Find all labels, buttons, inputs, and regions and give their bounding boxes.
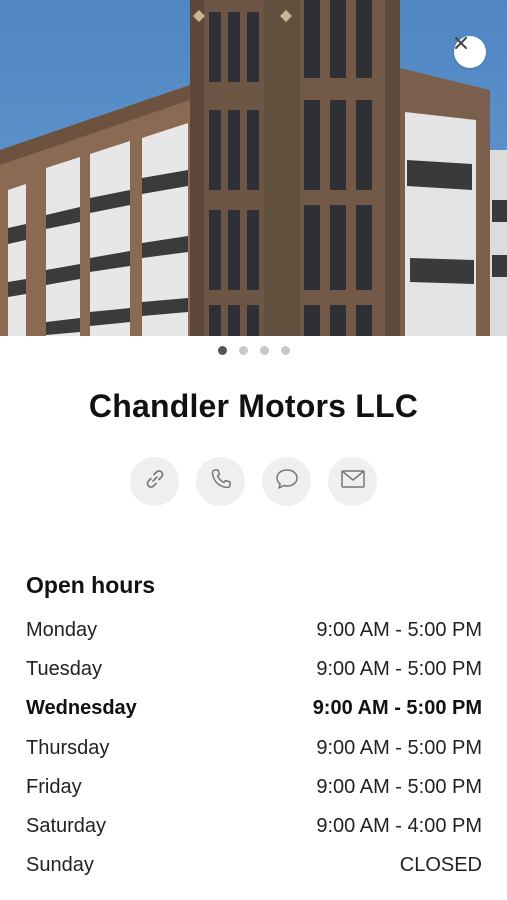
time-label: 9:00 AM - 5:00 PM bbox=[316, 658, 482, 681]
hours-row-wednesday: Wednesday 9:00 AM - 5:00 PM bbox=[26, 689, 482, 728]
mail-icon bbox=[340, 469, 366, 494]
time-label: 9:00 AM - 5:00 PM bbox=[316, 736, 482, 759]
day-label: Friday bbox=[26, 775, 82, 798]
website-button[interactable] bbox=[130, 457, 179, 506]
gallery-dot-2[interactable] bbox=[238, 346, 248, 355]
day-label: Thursday bbox=[26, 736, 110, 759]
email-button[interactable] bbox=[328, 457, 377, 506]
day-label: Wednesday bbox=[26, 697, 137, 720]
time-label: 9:00 AM - 5:00 PM bbox=[312, 697, 482, 720]
close-button[interactable] bbox=[454, 36, 486, 68]
business-photo[interactable] bbox=[0, 0, 507, 336]
business-name: Chandler Motors LLC bbox=[88, 388, 419, 424]
day-label: Saturday bbox=[26, 815, 107, 838]
day-label: Monday bbox=[26, 619, 98, 642]
message-icon bbox=[274, 467, 300, 496]
building-photo bbox=[0, 0, 507, 336]
hours-row-saturday: Saturday 9:00 AM - 4:00 PM bbox=[26, 807, 482, 846]
time-label: 9:00 AM - 5:00 PM bbox=[316, 619, 482, 642]
link-icon bbox=[144, 468, 166, 495]
hours-list: Monday 9:00 AM - 5:00 PM Tuesday 9:00 AM… bbox=[26, 611, 482, 885]
hours-row-friday: Friday 9:00 AM - 5:00 PM bbox=[26, 768, 482, 807]
hours-row-monday: Monday 9:00 AM - 5:00 PM bbox=[26, 611, 482, 650]
message-button[interactable] bbox=[262, 457, 311, 506]
time-label: 9:00 AM - 5:00 PM bbox=[316, 775, 482, 798]
gallery-dot-3[interactable] bbox=[259, 346, 269, 355]
hours-row-sunday: Sunday CLOSED bbox=[26, 846, 482, 885]
open-hours-section: Open hours Monday 9:00 AM - 5:00 PM Tues… bbox=[26, 572, 482, 885]
day-label: Tuesday bbox=[26, 658, 102, 681]
day-label: Sunday bbox=[26, 854, 94, 877]
hours-row-thursday: Thursday 9:00 AM - 5:00 PM bbox=[26, 729, 482, 768]
phone-icon bbox=[209, 467, 233, 496]
time-label: 9:00 AM - 4:00 PM bbox=[316, 815, 482, 838]
gallery-pager[interactable] bbox=[0, 346, 507, 355]
gallery-dot-4[interactable] bbox=[280, 346, 290, 355]
time-label: CLOSED bbox=[399, 854, 482, 877]
hours-row-tuesday: Tuesday 9:00 AM - 5:00 PM bbox=[26, 650, 482, 689]
call-button[interactable] bbox=[196, 457, 245, 506]
gallery-dot-1[interactable] bbox=[217, 346, 227, 355]
contact-actions bbox=[0, 457, 507, 506]
open-hours-title: Open hours bbox=[26, 572, 156, 598]
